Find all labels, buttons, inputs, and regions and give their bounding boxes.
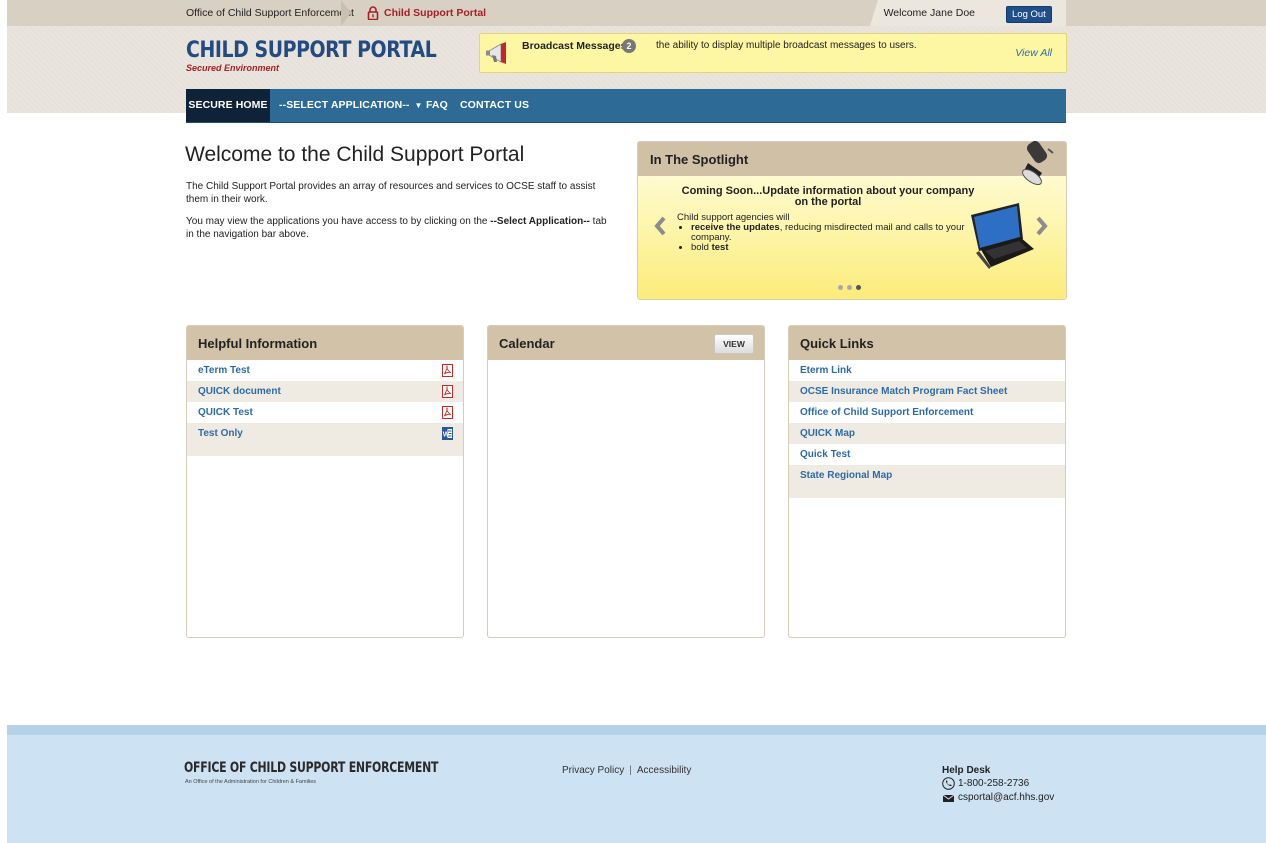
phone-icon [942,776,955,790]
doc-link[interactable]: QUICK Test [198,407,253,418]
carousel-dot-active[interactable] [856,285,861,290]
calendar-view-button[interactable]: VIEW [714,334,754,354]
main-nav: SECURE HOME --SELECT APPLICATION-- ▼ FAQ … [186,89,1066,123]
help-desk: Help Desk 1-800-258-2736 csportal@acf.hh… [942,765,1054,804]
calendar-panel: Calendar VIEW [487,325,765,638]
list-item[interactable]: QUICK Test [187,402,463,423]
list-item[interactable]: QUICK Map [789,423,1065,444]
helpful-list: eTerm Test QUICK document QUICK Test Tes… [187,360,463,456]
portal-logo[interactable]: CHILD SUPPORT PORTAL Secured Environment [186,38,477,73]
broadcast-message: the ability to display multiple broadcas… [656,40,917,51]
footer-logo-subtitle: An Office of the Administration for Chil… [185,779,317,785]
helpful-information-panel: Helpful Information eTerm Test QUICK doc… [186,325,464,638]
list-item[interactable]: QUICK document [187,381,463,402]
list-item[interactable]: eTerm Test [187,360,463,381]
doc-link[interactable]: QUICK document [198,386,281,397]
help-desk-email: csportal@acf.hhs.gov [942,790,1054,804]
list-item[interactable]: State Regional Map [789,465,1065,486]
quick-link[interactable]: QUICK Map [800,428,855,439]
spotlight-bullet: bold test [691,243,967,253]
broadcast-title: Broadcast Messages [522,40,627,52]
list-item[interactable]: Quick Test [789,444,1065,465]
panel-header: Helpful Information [187,326,463,360]
footer-top-strip [7,725,1266,735]
quick-link[interactable]: Eterm Link [800,365,852,376]
logo-subtitle: Secured Environment [186,63,280,73]
carousel-dot[interactable] [838,285,843,290]
spotlight-bullet: receive the updates, reducing misdirecte… [691,223,967,243]
quick-link[interactable]: State Regional Map [800,470,892,481]
word-icon[interactable]: W [442,427,453,440]
welcome-instructions: You may view the applications you have a… [186,215,616,241]
list-item[interactable]: Eterm Link [789,360,1065,381]
footer [7,735,1266,843]
spotlight-bullet-bold: test [711,242,729,253]
laptop-icon [971,203,1034,269]
nav-select-application[interactable]: --SELECT APPLICATION-- ▼ [279,89,423,122]
spotlight-heading: Coming Soon...Update information about y… [681,185,975,208]
footer-links: Privacy Policy | Accessibility [562,765,691,776]
chevron-left-icon[interactable] [653,215,667,237]
help-desk-phone: 1-800-258-2736 [942,776,1054,790]
spotlight-title: In The Spotlight [650,152,749,167]
chevron-right-icon[interactable] [1035,215,1049,237]
mail-icon [942,794,955,802]
footer-logo-title[interactable]: OFFICE OF CHILD SUPPORT ENFORCEMENT [184,760,439,776]
nav-select-label: --SELECT APPLICATION-- [279,99,410,111]
help-desk-phone-number: 1-800-258-2736 [958,777,1030,789]
pdf-icon[interactable] [442,364,453,377]
help-desk-title: Help Desk [942,765,991,776]
pdf-icon[interactable] [442,406,453,419]
quick-link[interactable]: Quick Test [800,449,850,460]
panel-header: Calendar VIEW [488,326,764,360]
pdf-icon[interactable] [442,385,453,398]
doc-link[interactable]: Test Only [198,428,243,439]
list-item[interactable]: OCSE Insurance Match Program Fact Sheet [789,381,1065,402]
list-tail [187,444,463,456]
svg-text:W: W [443,432,450,439]
panel-header: Quick Links [789,326,1065,360]
logout-button[interactable]: Log Out [1006,6,1052,23]
logo-title: CHILD SUPPORT PORTAL [186,38,437,63]
accessibility-link[interactable]: Accessibility [637,765,691,776]
quick-link[interactable]: Office of Child Support Enforcement [800,407,973,418]
broadcast-count-badge: 2 [622,39,636,53]
nav-faq[interactable]: FAQ [426,89,448,122]
footer-separator: | [629,765,632,776]
breadcrumb-portal-label: Child Support Portal [384,7,487,19]
lock-icon [367,6,379,20]
spotlight-header: In The Spotlight [638,142,1066,176]
nav-secure-home[interactable]: SECURE HOME [186,89,270,122]
privacy-policy-link[interactable]: Privacy Policy [562,765,624,776]
welcome-instructions-bold: --Select Application-- [490,216,590,227]
breadcrumb-portal[interactable]: Child Support Portal [367,0,486,26]
spotlight-lamp-icon [1022,140,1054,186]
calendar-title: Calendar [499,336,555,351]
caret-down-icon: ▼ [414,101,423,110]
quick-links-title: Quick Links [800,336,874,351]
spotlight-bullet-pre: bold [691,242,712,253]
list-item[interactable]: Office of Child Support Enforcement [789,402,1065,423]
page-title: Welcome to the Child Support Portal [185,143,525,166]
broadcast-view-all-link[interactable]: View All [1015,47,1052,59]
quick-links-list: Eterm Link OCSE Insurance Match Program … [789,360,1065,498]
welcome-user: Welcome Jane Doe [883,7,975,19]
welcome-instructions-pre: You may view the applications you have a… [186,216,491,227]
nav-contact-us[interactable]: CONTACT US [460,89,529,122]
broadcast-banner: Broadcast Messages 2 the ability to disp… [479,33,1067,73]
breadcrumb-separator [341,0,351,26]
doc-link[interactable]: eTerm Test [198,365,250,376]
carousel-dot[interactable] [847,285,852,290]
carousel-dots [838,285,861,290]
list-item[interactable]: Test Only W [187,423,463,444]
welcome-paragraph: The Child Support Portal provides an arr… [186,181,596,205]
quick-link[interactable]: OCSE Insurance Match Program Fact Sheet [800,386,1007,397]
megaphone-icon [486,42,506,64]
spotlight-text: Child support agencies will receive the … [677,213,967,253]
spotlight-panel: In The Spotlight Coming Soon...Update in… [637,141,1067,300]
help-desk-email-link[interactable]: csportal@acf.hhs.gov [958,792,1054,803]
list-tail [789,486,1065,498]
quick-links-panel: Quick Links Eterm Link OCSE Insurance Ma… [788,325,1066,638]
helpful-information-title: Helpful Information [198,336,318,351]
